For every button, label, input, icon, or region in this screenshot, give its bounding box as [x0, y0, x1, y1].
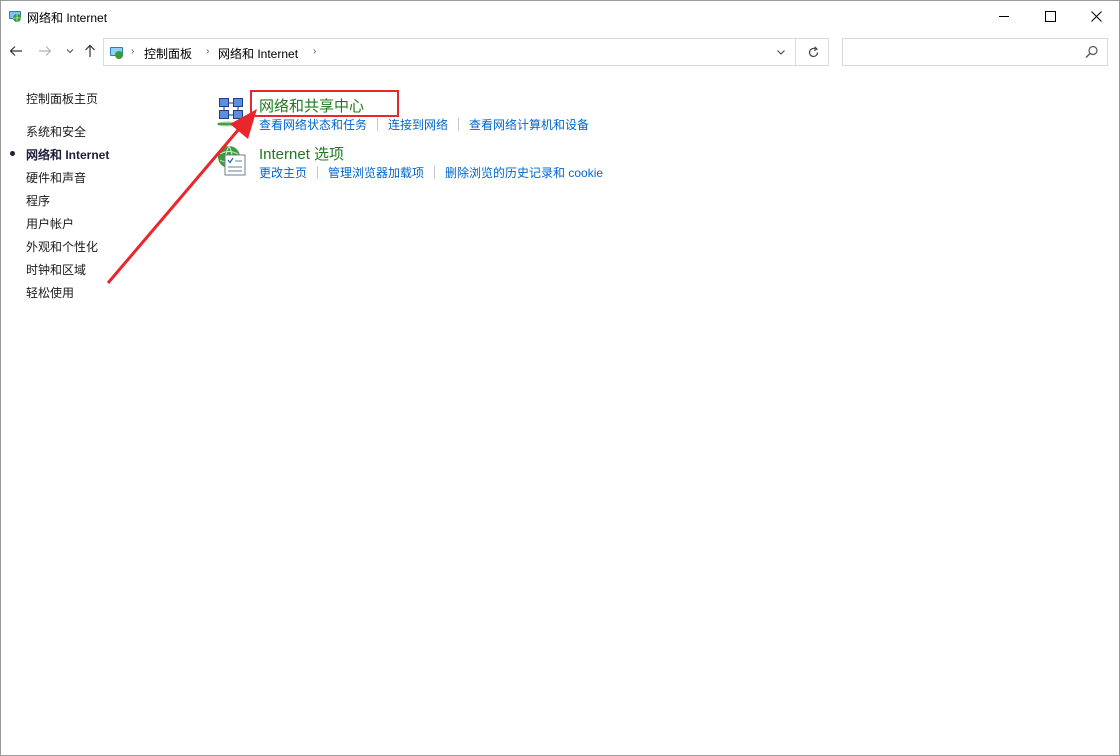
link-separator: [377, 118, 379, 131]
link-separator: [458, 118, 460, 131]
chevron-down-icon: [66, 49, 74, 54]
refresh-icon: [808, 45, 818, 57]
leftnav-programs[interactable]: 程序: [26, 192, 50, 209]
up-arrow-icon: [85, 44, 95, 57]
refresh-button[interactable]: [798, 39, 828, 65]
current-item-bullet: [10, 151, 15, 156]
minimize-icon: [998, 16, 1009, 17]
delete-browsing-history-link[interactable]: 删除浏览的历史记录和 cookie: [445, 166, 603, 180]
title-bar[interactable]: 网络和 Internet: [1, 1, 1119, 32]
leftnav-hardware-sound[interactable]: 硬件和声音: [26, 169, 86, 186]
leftnav-user-accounts[interactable]: 用户帐户: [26, 215, 74, 232]
address-divider: [795, 39, 796, 65]
leftnav-clock-region[interactable]: 时钟和区域: [26, 261, 86, 278]
annotation-arrow: [106, 109, 257, 284]
breadcrumb-separator-icon[interactable]: ›: [313, 46, 316, 57]
maximize-icon: [1044, 11, 1056, 22]
minimize-button[interactable]: [981, 1, 1027, 32]
leftnav-system-security[interactable]: 系统和安全: [26, 123, 86, 140]
network-sharing-links: 查看网络状态和任务 连接到网络 查看网络计算机和设备: [259, 116, 589, 133]
recent-locations-button[interactable]: [61, 42, 79, 60]
network-internet-icon: [8, 9, 22, 23]
close-icon: [1090, 11, 1102, 22]
breadcrumb-separator-icon[interactable]: ›: [206, 46, 209, 57]
back-button[interactable]: [7, 42, 25, 60]
internet-options-icon[interactable]: [215, 143, 249, 177]
back-arrow-icon: [9, 46, 22, 56]
forward-arrow-icon: [39, 46, 52, 56]
annotation-highlight-box: [250, 90, 399, 117]
search-icon[interactable]: [1085, 45, 1099, 59]
change-homepage-link[interactable]: 更改主页: [259, 166, 307, 180]
control-panel-window: 网络和 Internet › 控制面板 › 网络和 Internet › 控制面…: [0, 0, 1120, 756]
address-history-button[interactable]: [768, 39, 794, 65]
view-network-status-link[interactable]: 查看网络状态和任务: [259, 118, 367, 132]
search-input[interactable]: [842, 38, 1108, 66]
chevron-down-icon: [777, 50, 785, 55]
breadcrumb-separator-icon[interactable]: ›: [131, 46, 134, 57]
internet-options-title[interactable]: Internet 选项: [259, 143, 344, 164]
address-bar[interactable]: › 控制面板 › 网络和 Internet ›: [103, 38, 829, 66]
breadcrumb-control-panel[interactable]: 控制面板: [144, 45, 192, 62]
link-separator: [317, 166, 319, 179]
close-button[interactable]: [1073, 1, 1119, 32]
breadcrumb-network-internet[interactable]: 网络和 Internet: [218, 45, 298, 62]
leftnav-control-panel-home[interactable]: 控制面板主页: [26, 90, 98, 107]
maximize-button[interactable]: [1027, 1, 1073, 32]
view-network-computers-link[interactable]: 查看网络计算机和设备: [469, 118, 589, 132]
control-panel-icon: [109, 45, 124, 60]
connect-to-network-link[interactable]: 连接到网络: [388, 118, 448, 132]
internet-options-links: 更改主页 管理浏览器加载项 删除浏览的历史记录和 cookie: [259, 164, 603, 181]
leftnav-appearance[interactable]: 外观和个性化: [26, 238, 98, 255]
link-separator: [434, 166, 436, 179]
up-button[interactable]: [81, 42, 99, 60]
window-title: 网络和 Internet: [27, 11, 108, 25]
manage-addons-link[interactable]: 管理浏览器加载项: [328, 166, 424, 180]
network-sharing-center-icon[interactable]: [215, 95, 249, 129]
navigation-bar: › 控制面板 › 网络和 Internet ›: [1, 32, 1119, 72]
forward-button[interactable]: [36, 42, 54, 60]
leftnav-ease-of-access[interactable]: 轻松使用: [26, 284, 74, 301]
leftnav-network-internet[interactable]: 网络和 Internet: [26, 146, 109, 163]
